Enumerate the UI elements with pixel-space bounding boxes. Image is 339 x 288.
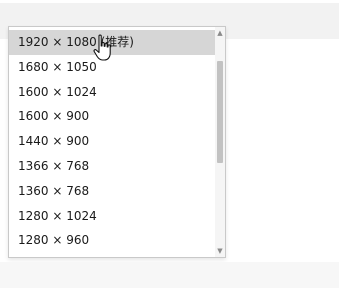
resolution-option-1366x768[interactable]: 1366 × 768 <box>9 154 215 179</box>
scroll-down-arrow-icon[interactable]: ▼ <box>215 246 225 256</box>
resolution-option-1280x1024[interactable]: 1280 × 1024 <box>9 204 215 229</box>
resolution-option-1280x960[interactable]: 1280 × 960 <box>9 228 215 253</box>
hand-pointer-icon <box>93 34 111 61</box>
resolution-option-1600x1024[interactable]: 1600 × 1024 <box>9 80 215 105</box>
resolution-option-1440x900[interactable]: 1440 × 900 <box>9 129 215 154</box>
scrollbar-thumb[interactable] <box>217 61 223 163</box>
resolution-dropdown-list[interactable]: 1920 × 1080 (推荐) 1680 × 1050 1600 × 1024… <box>8 26 226 258</box>
resolution-option-1600x900[interactable]: 1600 × 900 <box>9 104 215 129</box>
dropdown-scrollbar[interactable]: ▲ ▼ <box>215 27 225 257</box>
scroll-up-arrow-icon[interactable]: ▲ <box>215 28 225 38</box>
resolution-dropdown-screen: 1920 × 1080 (推荐) 1680 × 1050 1600 × 1024… <box>0 0 339 288</box>
bottom-panel <box>0 262 339 288</box>
resolution-option-1360x768[interactable]: 1360 × 768 <box>9 179 215 204</box>
